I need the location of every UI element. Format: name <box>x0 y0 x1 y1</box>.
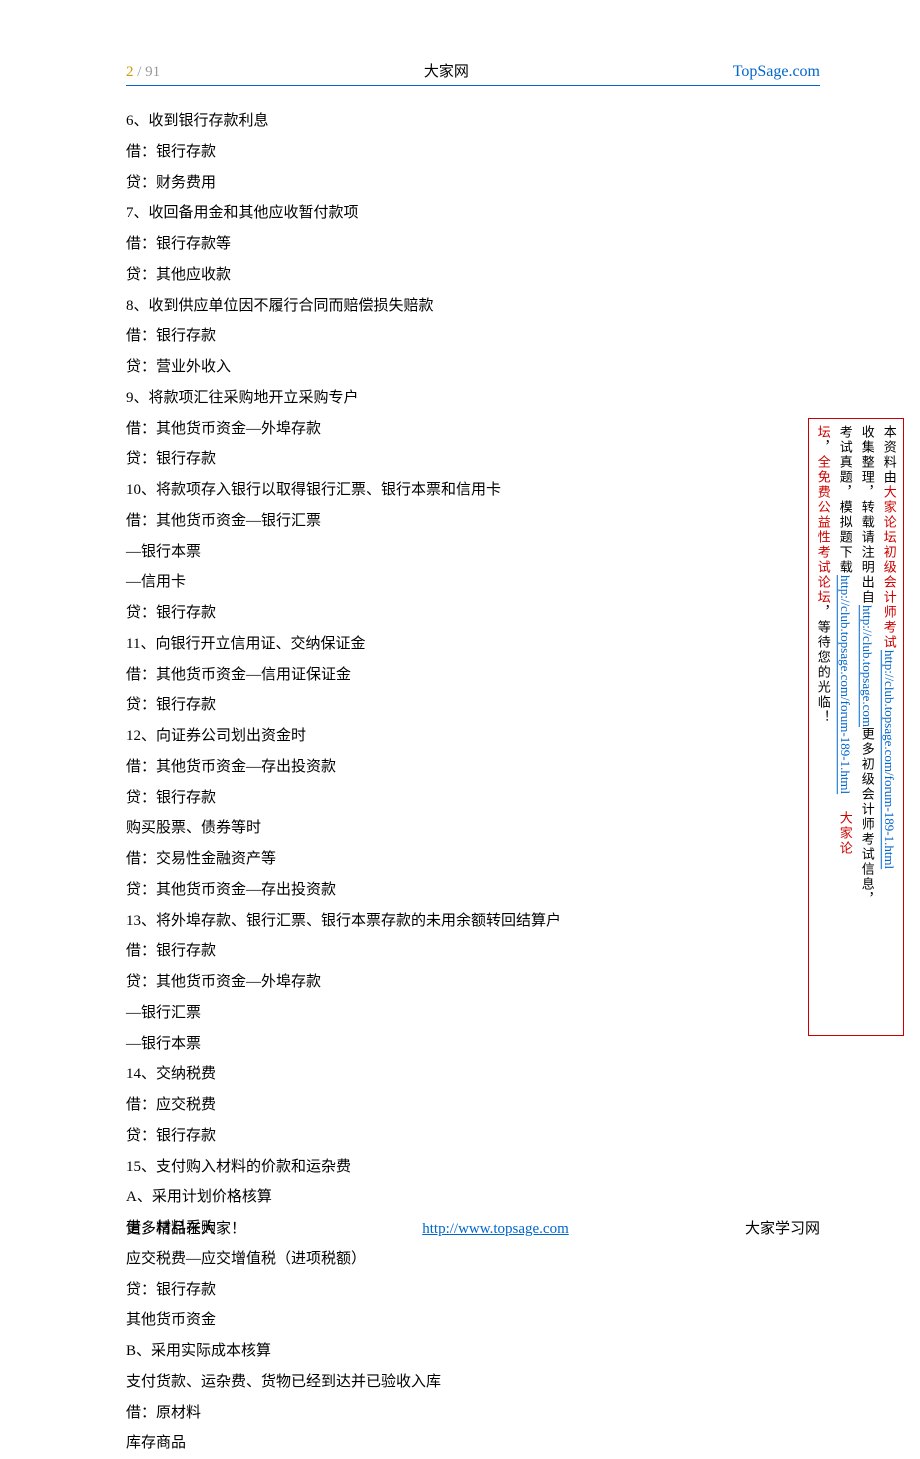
content-line: 其他货币资金 <box>126 1305 820 1336</box>
page-sep: / <box>134 64 146 80</box>
content-line: 9、将款项汇往采购地开立采购专户 <box>126 383 820 414</box>
content-line: —银行本票 <box>126 1029 820 1060</box>
page-number: 2 / 91 <box>126 64 160 81</box>
content-line: 贷：财务费用 <box>126 168 820 199</box>
content-line: 借：银行存款 <box>126 321 820 352</box>
content-line: A、采用计划价格核算 <box>126 1182 820 1213</box>
content-line: 6、收到银行存款利息 <box>126 106 820 137</box>
content-line: 借：交易性金融资产等 <box>126 844 820 875</box>
sidebar-text: 更多初级会计师考试信息， <box>860 727 875 907</box>
content-line: 贷：银行存款 <box>126 1275 820 1306</box>
content-line: 12、向证券公司划出资金时 <box>126 721 820 752</box>
content-line: 13、将外埠存款、银行汇票、银行本票存款的未用余额转回结算户 <box>126 906 820 937</box>
content-line: 支付货款、运杂费、货物已经到达并已验收入库 <box>126 1367 820 1398</box>
content-line: —信用卡 <box>126 567 820 598</box>
content-line: 贷：其他应收款 <box>126 260 820 291</box>
content-line: 贷：银行存款 <box>126 783 820 814</box>
content-line: 8、收到供应单位因不履行合同而赔偿损失赔款 <box>126 291 820 322</box>
content-line: 15、支付购入材料的价款和运杂费 <box>126 1152 820 1183</box>
content-line: 购买股票、债券等时 <box>126 813 820 844</box>
sidebar-text: 收集整理，转载请注明出自 <box>860 425 875 605</box>
content-line: —银行汇票 <box>126 998 820 1029</box>
page-footer: 更多精品在大家！ http://www.topsage.com 大家学习网 <box>126 1217 820 1238</box>
content-line: 14、交纳税费 <box>126 1059 820 1090</box>
content-line: 借：银行存款 <box>126 936 820 967</box>
sidebar-col-4: 坛，全免费公益性考试论坛，等待您的光临！ <box>814 425 832 1025</box>
content-line: 借：银行存款 <box>126 137 820 168</box>
footer-link[interactable]: http://www.topsage.com <box>422 1221 569 1238</box>
page-total: 91 <box>145 64 160 80</box>
header-site[interactable]: TopSage.com <box>733 63 820 81</box>
content-line: 借：原材料 <box>126 1398 820 1429</box>
content-line: 库存商品 <box>126 1428 820 1459</box>
footer-right: 大家学习网 <box>745 1217 820 1238</box>
content-line: 11、向银行开立信用证、交纳保证金 <box>126 629 820 660</box>
content-line: 贷：其他货币资金—存出投资款 <box>126 875 820 906</box>
sidebar-text: 全免费公益性考试论坛 <box>816 455 831 605</box>
content-line: 7、收回备用金和其他应收暂付款项 <box>126 198 820 229</box>
header-title: 大家网 <box>424 60 469 81</box>
sidebar-text: 大家论 <box>838 811 853 856</box>
content-line: 贷：银行存款 <box>126 690 820 721</box>
content-line: —银行本票 <box>126 537 820 568</box>
sidebar-link[interactable]: http://club.topsage.com/forum-189-1.html <box>838 575 853 794</box>
sidebar-text: ，等待您的光临！ <box>816 605 831 725</box>
sidebar-text: ， <box>816 440 831 455</box>
content-line: 借：应交税费 <box>126 1090 820 1121</box>
sidebar-text: 考试真题，模拟题下载 <box>838 425 853 575</box>
sidebar-link[interactable]: http://club.topsage.com/forum-189-1.html <box>882 650 897 869</box>
page-header: 2 / 91 大家网 TopSage.com <box>126 60 820 86</box>
sidebar-text: 坛 <box>816 425 831 440</box>
sidebar-link[interactable]: http://club.topsage.com <box>860 605 875 727</box>
content-line: 贷：营业外收入 <box>126 352 820 383</box>
sidebar-col-3: 考试真题，模拟题下载http://club.topsage.com/forum-… <box>836 425 854 1025</box>
sidebar-text: 本资料由 <box>882 425 897 485</box>
footer-left: 更多精品在大家！ <box>126 1217 246 1238</box>
content-line: 贷：银行存款 <box>126 598 820 629</box>
content-line: 贷：银行存款 <box>126 444 820 475</box>
content-line: 借：银行存款等 <box>126 229 820 260</box>
content-line: 借：其他货币资金—银行汇票 <box>126 506 820 537</box>
sidebar-col-1: 本资料由大家论坛初级会计师考试http://club.topsage.com/f… <box>880 425 898 1025</box>
content-line: 应交税费—应交增值税（进项税额） <box>126 1244 820 1275</box>
page-current: 2 <box>126 64 134 80</box>
content-line: 借：其他货币资金—外埠存款 <box>126 414 820 445</box>
sidebar-watermark: 本资料由大家论坛初级会计师考试http://club.topsage.com/f… <box>808 418 904 1036</box>
content-line: 借：其他货币资金—存出投资款 <box>126 752 820 783</box>
content-line: 借：其他货币资金—信用证保证金 <box>126 660 820 691</box>
content-line: B、采用实际成本核算 <box>126 1336 820 1367</box>
content-line: 贷：其他货币资金—外埠存款 <box>126 967 820 998</box>
content-line: 贷：银行存款 <box>126 1121 820 1152</box>
sidebar-col-2: 收集整理，转载请注明出自http://club.topsage.com更多初级会… <box>858 425 876 1025</box>
content-line: 10、将款项存入银行以取得银行汇票、银行本票和信用卡 <box>126 475 820 506</box>
sidebar-text: 大家论坛初级会计师考试 <box>882 485 897 650</box>
body-text: 6、收到银行存款利息借：银行存款贷：财务费用7、收回备用金和其他应收暂付款项借：… <box>126 106 820 1459</box>
